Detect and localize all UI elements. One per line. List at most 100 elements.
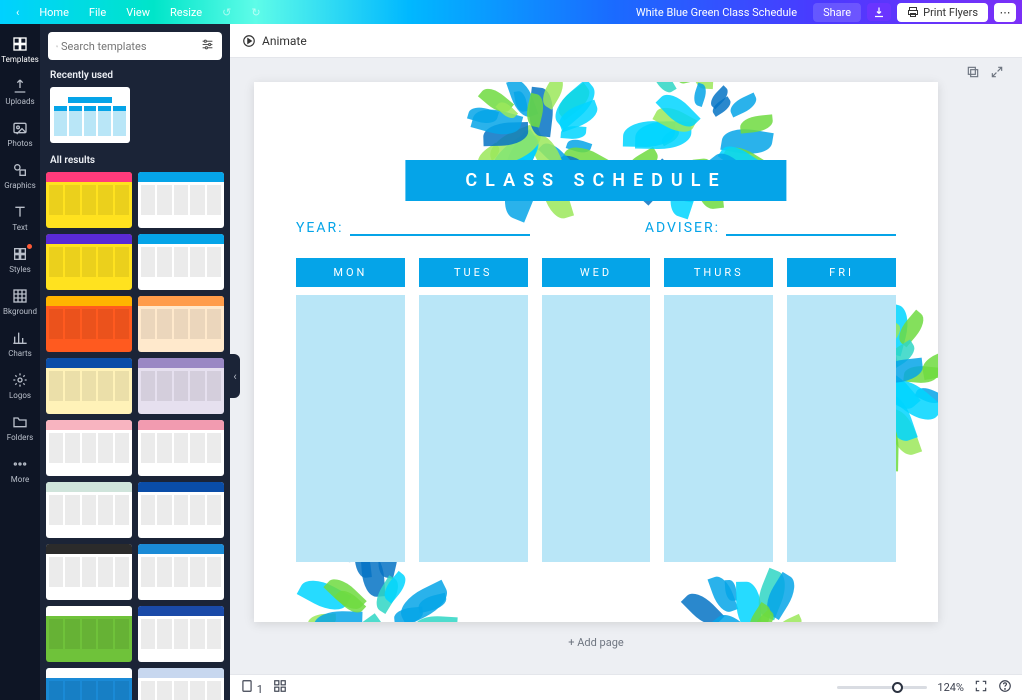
uploads-icon (12, 78, 28, 94)
template-thumb[interactable] (46, 420, 132, 476)
year-label[interactable]: YEAR: (296, 220, 344, 236)
template-thumb[interactable] (138, 544, 224, 600)
day-header[interactable]: MON (296, 258, 405, 287)
print-flyers-label: Print Flyers (923, 6, 978, 19)
search-templates-input[interactable] (48, 32, 222, 60)
template-thumb[interactable] (46, 544, 132, 600)
menu-redo[interactable]: ↻ (241, 6, 270, 19)
day-column[interactable]: WED (542, 258, 651, 562)
template-thumb[interactable] (138, 668, 224, 700)
menu-resize[interactable]: Resize (160, 6, 212, 19)
day-body[interactable] (542, 295, 651, 562)
template-thumb[interactable] (138, 606, 224, 662)
day-header[interactable]: FRI (787, 258, 896, 287)
rail-photos[interactable]: Photos (0, 114, 40, 156)
adviser-underline[interactable] (726, 234, 896, 236)
menu-file[interactable]: File (79, 6, 116, 19)
year-underline[interactable] (350, 234, 530, 236)
charts-icon (12, 330, 28, 346)
rail-label: Graphics (4, 181, 36, 190)
day-header[interactable]: THURS (664, 258, 773, 287)
template-thumb[interactable] (46, 296, 132, 352)
template-thumb[interactable] (46, 606, 132, 662)
duplicate-page-icon[interactable] (966, 64, 980, 83)
page-tools (966, 64, 1004, 83)
rail-label: Uploads (5, 97, 34, 106)
add-page-button[interactable]: + Add page (254, 636, 938, 649)
template-thumb[interactable] (138, 420, 224, 476)
template-thumb[interactable] (46, 668, 132, 700)
text-icon (12, 204, 28, 220)
template-thumb[interactable] (138, 358, 224, 414)
day-header[interactable]: TUES (419, 258, 528, 287)
templates-grid-scroll[interactable] (40, 172, 230, 700)
animate-label: Animate (262, 34, 307, 48)
template-thumb[interactable] (138, 296, 224, 352)
grid-view-icon[interactable] (273, 679, 287, 696)
day-body[interactable] (787, 295, 896, 562)
page-count-icon[interactable]: 1 (240, 679, 263, 696)
canvas-area: Animate CLASS SCHEDULE (230, 24, 1022, 700)
search-icon (56, 40, 58, 53)
day-body[interactable] (296, 295, 405, 562)
rail-label: Photos (7, 139, 32, 148)
rail-graphics[interactable]: Graphics (0, 156, 40, 198)
badge-dot (27, 244, 32, 249)
expand-page-icon[interactable] (990, 64, 1004, 83)
rail-text[interactable]: Text (0, 198, 40, 240)
rail-uploads[interactable]: Uploads (0, 72, 40, 114)
search-field[interactable] (61, 40, 201, 53)
schedule-title[interactable]: CLASS SCHEDULE (405, 160, 786, 201)
share-button[interactable]: Share (813, 3, 861, 22)
print-flyers-button[interactable]: Print Flyers (897, 3, 988, 22)
template-thumb[interactable] (46, 234, 132, 290)
rail-logos[interactable]: Logos (0, 366, 40, 408)
zoom-slider[interactable] (837, 686, 927, 689)
rail-templates[interactable]: Templates (0, 30, 40, 72)
download-button[interactable] (867, 3, 891, 21)
template-thumb[interactable] (138, 172, 224, 228)
day-header[interactable]: WED (542, 258, 651, 287)
animate-button[interactable]: Animate (242, 34, 307, 48)
decor-splash-top-left (354, 82, 674, 162)
day-column[interactable]: MON (296, 258, 405, 562)
rail-charts[interactable]: Charts (0, 324, 40, 366)
menu-view[interactable]: View (116, 6, 160, 19)
template-thumb[interactable] (138, 234, 224, 290)
day-body[interactable] (419, 295, 528, 562)
zoom-slider-knob[interactable] (892, 682, 903, 693)
day-body[interactable] (664, 295, 773, 562)
day-column[interactable]: THURS (664, 258, 773, 562)
rail-styles[interactable]: Styles (0, 240, 40, 282)
rail-folders[interactable]: Folders (0, 408, 40, 450)
document-title[interactable]: White Blue Green Class Schedule (626, 6, 807, 19)
design-page[interactable]: CLASS SCHEDULE YEAR: ADVISER: MON TUES WED… (254, 82, 938, 622)
menu-home[interactable]: Home (29, 6, 79, 19)
rail-label: More (11, 475, 29, 484)
template-thumb[interactable] (46, 172, 132, 228)
rail-background[interactable]: Bkground (0, 282, 40, 324)
zoom-value[interactable]: 124% (937, 681, 964, 694)
day-column[interactable]: TUES (419, 258, 528, 562)
fullscreen-icon[interactable] (974, 679, 988, 696)
rail-more[interactable]: More (0, 450, 40, 492)
photos-icon (12, 120, 28, 136)
styles-icon (12, 246, 28, 262)
filter-icon[interactable] (201, 38, 214, 54)
more-menu-button[interactable]: ⋯ (994, 3, 1016, 22)
template-thumb[interactable] (138, 482, 224, 538)
canvas-viewport[interactable]: CLASS SCHEDULE YEAR: ADVISER: MON TUES WED… (230, 58, 1022, 674)
print-icon (907, 6, 919, 18)
template-thumb[interactable] (46, 358, 132, 414)
templates-panel: Recently used All results ‹ (40, 24, 230, 700)
back-icon[interactable]: ‹ (6, 6, 29, 19)
day-column[interactable]: FRI (787, 258, 896, 562)
schedule-labels: YEAR: ADVISER: (296, 220, 896, 236)
rail-label: Bkground (3, 307, 37, 316)
menu-undo[interactable]: ↺ (212, 6, 241, 19)
adviser-label[interactable]: ADVISER: (645, 220, 720, 236)
help-icon[interactable] (998, 679, 1012, 696)
template-thumb[interactable] (46, 482, 132, 538)
rail-label: Styles (9, 265, 30, 274)
recent-template-thumb[interactable] (50, 87, 130, 143)
